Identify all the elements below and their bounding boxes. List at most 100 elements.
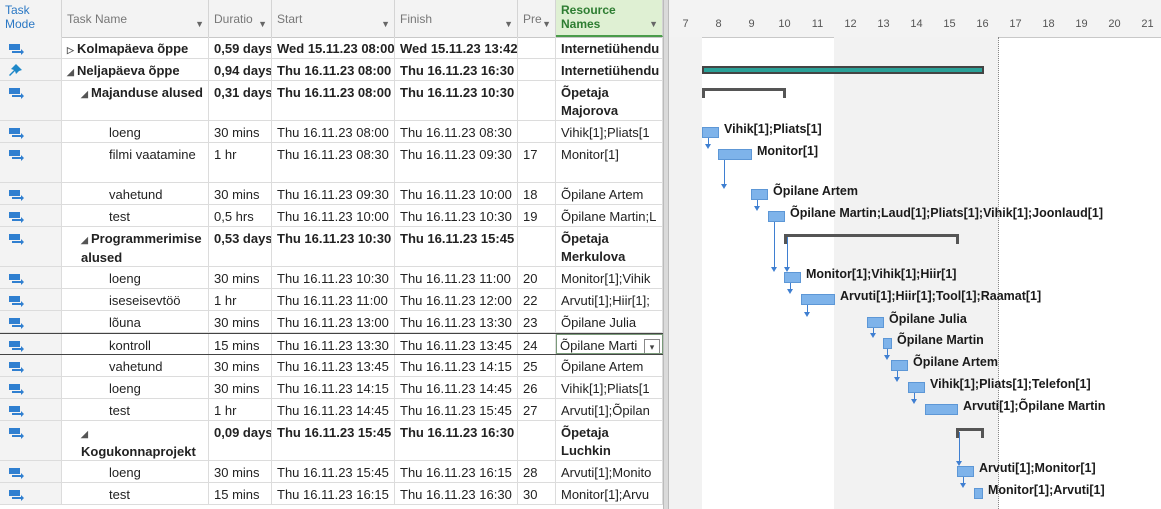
predecessors-cell[interactable]: 26 xyxy=(518,377,556,398)
task-name-cell[interactable]: ◢ Majanduse alused xyxy=(62,81,209,120)
task-bar[interactable] xyxy=(702,127,719,138)
chevron-down-icon[interactable]: ▼ xyxy=(195,17,204,31)
duration-cell[interactable]: 0,31 days xyxy=(209,81,272,120)
start-cell[interactable]: Thu 16.11.23 10:30 xyxy=(272,267,395,288)
resource-names-cell[interactable]: Õpilane Marti ▾ xyxy=(556,334,663,354)
task-name-cell[interactable]: filmi vaatamine xyxy=(62,143,209,182)
collapse-icon[interactable]: ◢ xyxy=(81,425,91,443)
predecessors-cell[interactable]: 30 xyxy=(518,483,556,504)
table-row[interactable]: loeng 30 mins Thu 16.11.23 14:15 Thu 16.11.… xyxy=(0,377,663,399)
task-bar[interactable] xyxy=(768,211,785,222)
task-name-cell[interactable]: test xyxy=(62,483,209,504)
predecessors-cell[interactable]: 20 xyxy=(518,267,556,288)
task-name-cell[interactable]: ◢ Neljapäeva õppe xyxy=(62,59,209,80)
predecessors-cell[interactable]: 19 xyxy=(518,205,556,226)
task-name-cell[interactable]: loeng xyxy=(62,267,209,288)
resource-names-cell[interactable]: Arvuti[1];Õpilan xyxy=(556,399,663,420)
resource-names-cell[interactable]: Monitor[1];Arvu xyxy=(556,483,663,504)
task-name-cell[interactable]: test xyxy=(62,399,209,420)
task-bar[interactable] xyxy=(974,488,983,499)
start-cell[interactable]: Thu 16.11.23 15:45 xyxy=(272,421,395,460)
task-name-cell[interactable]: loeng xyxy=(62,121,209,142)
resource-names-cell[interactable]: Arvuti[1];Monito xyxy=(556,461,663,482)
resource-names-cell[interactable]: Monitor[1] xyxy=(556,143,663,182)
duration-cell[interactable]: 1 hr xyxy=(209,289,272,310)
start-cell[interactable]: Thu 16.11.23 08:30 xyxy=(272,143,395,182)
table-row[interactable]: ◢ Programmerimise alused 0,53 days Thu 16.1… xyxy=(0,227,663,267)
table-row[interactable]: ▷ Kolmapäeva õppe 0,59 days Wed 15.11.23 08… xyxy=(0,37,663,59)
predecessors-cell[interactable]: 23 xyxy=(518,311,556,332)
collapse-icon[interactable]: ◢ xyxy=(81,231,91,249)
duration-cell[interactable]: 30 mins xyxy=(209,183,272,204)
resource-names-cell[interactable]: Internetiühendu xyxy=(556,59,663,80)
task-name-cell[interactable]: ▷ Kolmapäeva õppe xyxy=(62,37,209,58)
table-row[interactable]: loeng 30 mins Thu 16.11.23 08:00 Thu 16.11.… xyxy=(0,121,663,143)
task-mode-cell[interactable] xyxy=(0,143,62,182)
duration-cell[interactable]: 1 hr xyxy=(209,399,272,420)
task-name-cell[interactable]: lõuna xyxy=(62,311,209,332)
resource-names-cell[interactable]: Õpetaja Merkulova xyxy=(556,227,663,266)
chevron-down-icon[interactable]: ▾ xyxy=(644,339,660,353)
duration-cell[interactable]: 30 mins xyxy=(209,355,272,376)
summary-bracket[interactable] xyxy=(956,428,984,438)
task-name-cell[interactable]: vahetund xyxy=(62,183,209,204)
collapse-icon[interactable]: ◢ xyxy=(81,85,91,103)
duration-cell[interactable]: 30 mins xyxy=(209,267,272,288)
col-predecessors[interactable]: Pre ▼ xyxy=(518,0,556,37)
table-row[interactable]: lõuna 30 mins Thu 16.11.23 13:00 Thu 16.11.… xyxy=(0,311,663,333)
duration-cell[interactable]: 30 mins xyxy=(209,311,272,332)
predecessors-cell[interactable] xyxy=(518,227,556,266)
start-cell[interactable]: Thu 16.11.23 08:00 xyxy=(272,59,395,80)
chevron-down-icon[interactable]: ▼ xyxy=(649,17,658,31)
duration-cell[interactable]: 30 mins xyxy=(209,377,272,398)
finish-cell[interactable]: Thu 16.11.23 08:30 xyxy=(395,121,518,142)
duration-cell[interactable]: 15 mins xyxy=(209,483,272,504)
col-task-mode[interactable]: Task Mode xyxy=(0,0,62,37)
finish-cell[interactable]: Thu 16.11.23 16:15 xyxy=(395,461,518,482)
task-name-cell[interactable]: test xyxy=(62,205,209,226)
finish-cell[interactable]: Thu 16.11.23 15:45 xyxy=(395,227,518,266)
start-cell[interactable]: Thu 16.11.23 08:00 xyxy=(272,81,395,120)
duration-cell[interactable]: 30 mins xyxy=(209,461,272,482)
resource-names-cell[interactable]: Õpetaja Majorova xyxy=(556,81,663,120)
chevron-down-icon[interactable]: ▼ xyxy=(504,17,513,31)
task-name-cell[interactable]: ◢ Programmerimise alused xyxy=(62,227,209,266)
task-mode-cell[interactable] xyxy=(0,183,62,204)
predecessors-cell[interactable] xyxy=(518,421,556,460)
table-row[interactable]: kontroll 15 mins Thu 16.11.23 13:30 Thu 16.… xyxy=(0,333,663,355)
task-mode-cell[interactable] xyxy=(0,267,62,288)
predecessors-cell[interactable]: 18 xyxy=(518,183,556,204)
finish-cell[interactable]: Thu 16.11.23 10:30 xyxy=(395,205,518,226)
table-row[interactable]: vahetund 30 mins Thu 16.11.23 13:45 Thu 16.… xyxy=(0,355,663,377)
resource-names-cell[interactable]: Õpilane Artem xyxy=(556,183,663,204)
start-cell[interactable]: Thu 16.11.23 08:00 xyxy=(272,121,395,142)
finish-cell[interactable]: Thu 16.11.23 14:45 xyxy=(395,377,518,398)
chevron-down-icon[interactable]: ▼ xyxy=(542,17,551,31)
task-bar[interactable] xyxy=(801,294,835,305)
resource-names-cell[interactable]: Õpetaja Luchkin xyxy=(556,421,663,460)
start-cell[interactable]: Wed 15.11.23 08:00 xyxy=(272,37,395,58)
start-cell[interactable]: Thu 16.11.23 13:00 xyxy=(272,311,395,332)
task-bar[interactable] xyxy=(751,189,768,200)
col-start[interactable]: Start ▼ xyxy=(272,0,395,37)
task-mode-cell[interactable] xyxy=(0,461,62,482)
finish-cell[interactable]: Thu 16.11.23 10:30 xyxy=(395,81,518,120)
task-mode-cell[interactable] xyxy=(0,377,62,398)
resource-names-cell[interactable]: Vihik[1];Pliats[1 xyxy=(556,377,663,398)
table-row[interactable]: test 1 hr Thu 16.11.23 14:45 Thu 16.11.23 1… xyxy=(0,399,663,421)
col-task-name[interactable]: Task Name ▼ xyxy=(62,0,209,37)
table-row[interactable]: ◢ Neljapäeva õppe 0,94 days Thu 16.11.23 08… xyxy=(0,59,663,81)
predecessors-cell[interactable]: 27 xyxy=(518,399,556,420)
task-mode-cell[interactable] xyxy=(0,421,62,460)
predecessors-cell[interactable]: 17 xyxy=(518,143,556,182)
task-mode-cell[interactable] xyxy=(0,205,62,226)
finish-cell[interactable]: Thu 16.11.23 13:45 xyxy=(395,334,518,354)
start-cell[interactable]: Thu 16.11.23 14:15 xyxy=(272,377,395,398)
task-mode-cell[interactable] xyxy=(0,81,62,120)
resource-names-cell[interactable]: Õpilane Julia xyxy=(556,311,663,332)
task-mode-cell[interactable] xyxy=(0,399,62,420)
task-bar[interactable] xyxy=(891,360,908,371)
table-row[interactable]: vahetund 30 mins Thu 16.11.23 09:30 Thu 16.… xyxy=(0,183,663,205)
task-mode-cell[interactable] xyxy=(0,355,62,376)
duration-cell[interactable]: 30 mins xyxy=(209,121,272,142)
